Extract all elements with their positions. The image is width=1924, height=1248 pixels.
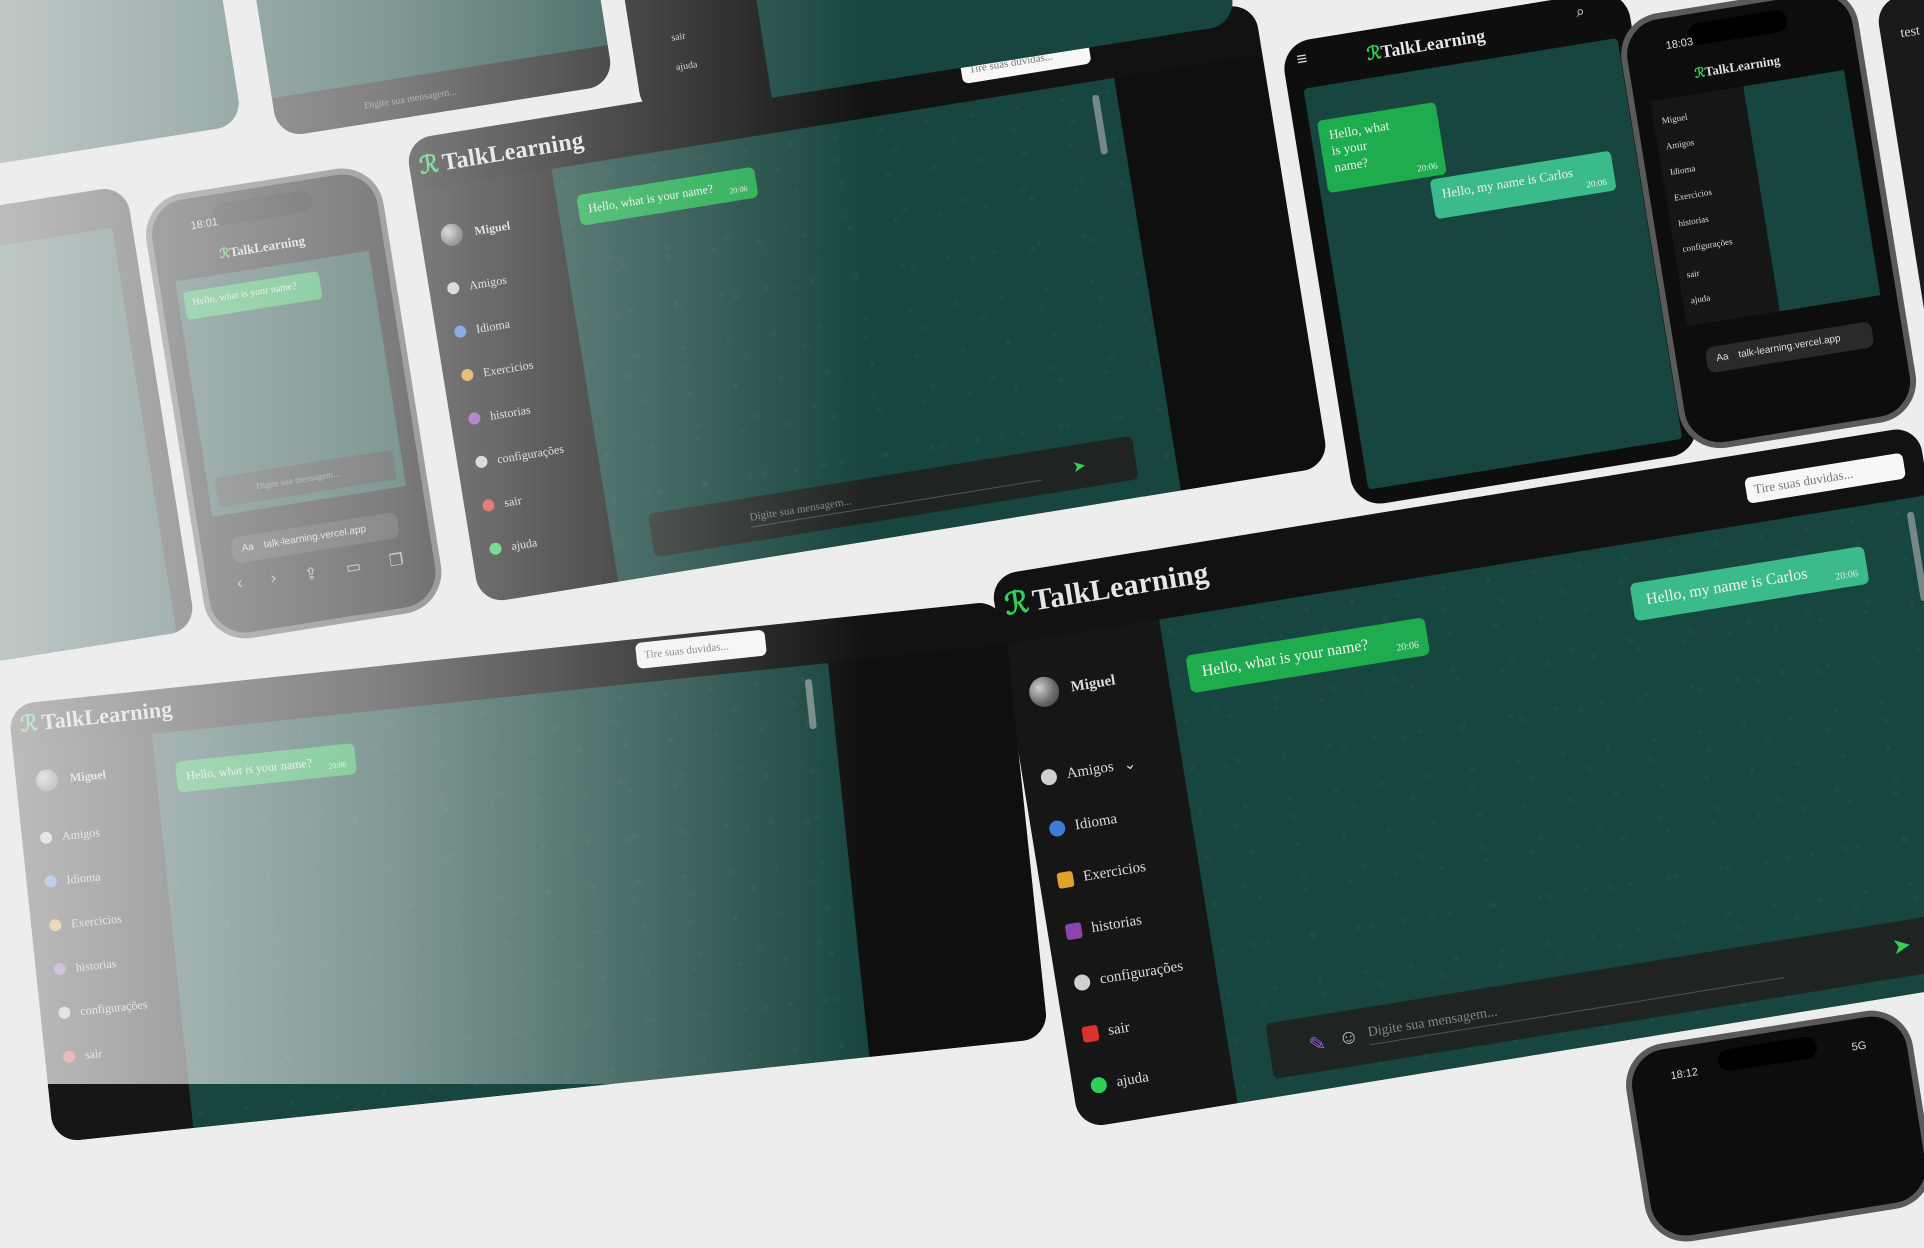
message-time: 20:06: [327, 759, 347, 771]
chevron-down-icon: ⌄: [1122, 755, 1138, 774]
help-icon: [488, 541, 503, 556]
logout-icon: [481, 498, 496, 513]
logo-icon: ℛ: [417, 151, 441, 180]
brand-logo: ℛTalkLearning: [18, 695, 174, 737]
pencil-icon: [1056, 870, 1075, 890]
message-time: 20:06: [1416, 159, 1439, 174]
phone-mockup-bottom-fragment: 18:12 5G: [1620, 1004, 1924, 1248]
user-profile[interactable]: Miguel: [439, 214, 512, 248]
message-input[interactable]: Digite sua mensagem...: [363, 86, 457, 112]
tabs-icon[interactable]: ❐: [388, 549, 405, 571]
mockup-stage: Tire suas duvidas... ℛTalkLearning Migue…: [0, 0, 1924, 1248]
brand-logo: ℛTalkLearning: [218, 232, 306, 262]
avatar: [34, 768, 60, 793]
phone-status-time: 18:03: [1664, 35, 1694, 53]
phone-status-time: 18:01: [189, 216, 219, 233]
message-time: 20:06: [1395, 639, 1420, 654]
phone-notch: [1716, 1035, 1819, 1073]
user-profile[interactable]: Miguel: [1027, 666, 1118, 710]
scrollbar[interactable]: [1906, 511, 1924, 602]
brand-logo: ℛTalkLearning: [1002, 556, 1212, 622]
desktop-window-bottom-left: Tire suas duvidas... ℛTalkLearning Migue…: [8, 600, 1049, 1143]
globe-icon: [44, 874, 58, 889]
brand-logo: ℛTalkLearning: [1693, 52, 1782, 81]
pencil-icon: [460, 368, 475, 382]
sidebar-item-sair[interactable]: sair: [670, 31, 686, 44]
logo-icon: ℛ: [1002, 585, 1032, 622]
menu-icon[interactable]: ≡: [1295, 48, 1309, 70]
message-composer: Digite sua mensagem... ➤: [647, 435, 1139, 558]
share-icon[interactable]: ⇪: [303, 563, 319, 585]
reader-button[interactable]: Aa: [1714, 344, 1730, 372]
chat-area: Hello, what is your name? 20:06 Hello, my…: [1303, 37, 1683, 490]
scrollbar[interactable]: [1091, 94, 1109, 155]
gear-icon: [1073, 973, 1092, 992]
avatar: [439, 222, 465, 248]
sidebar-item-sair[interactable]: sair: [61, 1026, 154, 1079]
message-outgoing: Hello, what is your name? 20:06: [1185, 617, 1431, 694]
desktop-window-top-left-fragment: [0, 0, 243, 178]
message-outgoing: Hello, what is your name? 20:06: [576, 166, 760, 226]
help-icon: [1089, 1075, 1108, 1095]
send-icon[interactable]: ➤: [1890, 932, 1912, 961]
scrollbar[interactable]: [804, 678, 817, 730]
sidebar-menu: Amigos Idioma Exercicios historias confi…: [38, 807, 154, 1079]
brand-logo: ℛTalkLearning: [1365, 25, 1487, 65]
phone-status-time: 18:12: [1669, 1066, 1699, 1083]
phone-notch: [211, 189, 314, 227]
send-icon[interactable]: ➤: [1071, 455, 1087, 477]
search-input[interactable]: Tire suas duvidas...: [634, 629, 767, 669]
message-incoming: Hello, my name is Carlos 20:06: [1629, 545, 1870, 622]
user-name: Miguel: [1069, 671, 1117, 695]
friends-icon: [446, 281, 461, 296]
search-icon[interactable]: ⌕: [1574, 1, 1586, 22]
globe-icon: [1048, 819, 1067, 838]
back-icon[interactable]: ‹: [236, 575, 244, 596]
gear-icon: [474, 455, 489, 469]
logo-icon: ℛ: [18, 710, 40, 737]
message-time: 20:06: [728, 183, 749, 196]
chat-area: Hello, what is your name? 20:06 Digite su…: [551, 77, 1182, 582]
logout-icon: [62, 1049, 76, 1064]
book-icon: [467, 411, 482, 426]
pencil-icon: [48, 918, 62, 932]
book-icon: [53, 962, 67, 976]
message-input[interactable]: Digite sua mensagem...: [1366, 958, 1785, 1046]
url-bar[interactable]: Aa talk-learning.vercel.app: [1704, 321, 1875, 374]
message-input[interactable]: Digite sua mensagem...: [748, 464, 1042, 528]
forward-icon[interactable]: ›: [269, 569, 277, 590]
sidebar-item-ajuda[interactable]: ajuda: [675, 59, 698, 73]
reader-button[interactable]: Aa: [240, 535, 256, 563]
gear-icon: [57, 1006, 72, 1020]
message-incoming: Hello, my name is Carlos 20:06: [1429, 150, 1617, 220]
emoji-icon[interactable]: ☺: [1337, 1025, 1361, 1051]
attach-icon[interactable]: ✎: [1307, 1030, 1328, 1057]
message-outgoing: Hello, what is your name?: [182, 270, 323, 321]
chat-area: Hello, what is your name? 20:06 Hello, my…: [1159, 494, 1924, 1104]
edge-text: test: [1899, 23, 1922, 42]
bookmarks-icon[interactable]: ▭: [344, 556, 363, 578]
message-outgoing: Hello, what is your name? 20:06: [1316, 101, 1447, 193]
message-outgoing: Hello, what is your name? 20:06: [174, 743, 358, 793]
phone-notch: [1686, 8, 1789, 47]
search-input[interactable]: Tire suas duvidas...: [1744, 452, 1907, 504]
message-time: 20:06: [1585, 176, 1608, 190]
globe-icon: [453, 324, 468, 339]
logout-icon: [1081, 1024, 1100, 1043]
network-indicator: 5G: [1850, 1039, 1868, 1054]
book-icon: [1064, 921, 1084, 941]
sidebar-menu: Amigos ⌄ Idioma Exercicios historias con…: [1037, 735, 1204, 1112]
user-profile[interactable]: Miguel: [34, 763, 107, 793]
chat-area: Hello, what is your name? 20:06: [151, 663, 870, 1128]
friends-icon: [39, 831, 53, 845]
sidebar-menu: Amigos Idioma Exercicios historias confi…: [444, 253, 581, 571]
friends-icon: [1039, 767, 1059, 787]
message-time: 20:06: [1834, 568, 1859, 583]
avatar: [1027, 674, 1062, 710]
